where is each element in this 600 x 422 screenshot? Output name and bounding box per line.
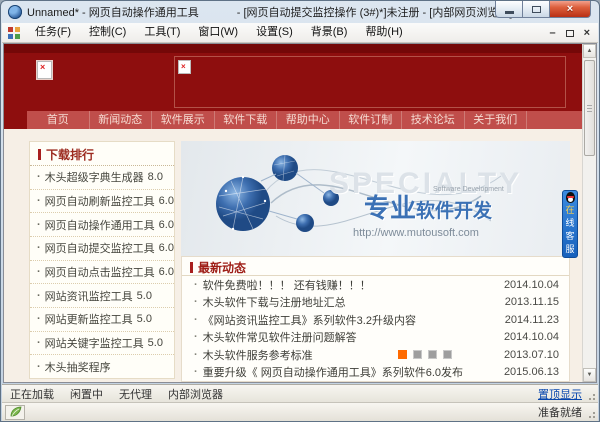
panel-title: 最新动态 xyxy=(198,259,246,276)
nav-tab-showcase[interactable]: 软件展示 xyxy=(152,111,215,129)
app-globe-icon xyxy=(8,5,22,19)
nav-bar: 首页 新闻动态 软件展示 软件下载 帮助中心 软件订制 技术论坛 关于我们 xyxy=(4,111,582,129)
browser-status-bar: 正在加载 闲置中 无代理 内部浏览器 置顶显示 xyxy=(2,384,598,402)
status-loading: 正在加载 xyxy=(2,386,62,402)
mdi-restore-icon[interactable] xyxy=(566,30,574,37)
pagination-dot[interactable] xyxy=(413,350,422,359)
list-item[interactable]: 网站资讯监控工具5.0 xyxy=(30,284,174,308)
news-item[interactable]: 木头软件服务参考标准2013.07.10 xyxy=(182,346,569,364)
list-item[interactable]: 网页自动刷新监控工具6.0 xyxy=(30,190,174,214)
panel-header: 最新动态 xyxy=(182,257,569,276)
news-item[interactable]: 重要升级《 网页自动操作通用工具》系列软件6.0发布2015.06.13 xyxy=(182,364,569,382)
maximize-button[interactable] xyxy=(522,1,550,18)
hero-title-cn: 专业软件开发 xyxy=(364,188,492,225)
red-bar-icon xyxy=(190,262,193,273)
menu-background[interactable]: 背景(B) xyxy=(302,23,357,42)
nav-tab-forum[interactable]: 技术论坛 xyxy=(402,111,465,129)
panel-title: 下载排行 xyxy=(46,146,94,163)
hero-url: http://www.mutousoft.com xyxy=(353,227,479,239)
nav-tab-help[interactable]: 帮助中心 xyxy=(277,111,340,129)
window-title: Unnamed* - 网页自动操作通用工具 xyxy=(27,4,199,20)
news-item[interactable]: 木头软件下载与注册地址汇总2013.11.15 xyxy=(182,294,569,312)
document-icon[interactable] xyxy=(8,27,20,39)
list-item[interactable]: 木头超级字典生成器8.0 xyxy=(30,166,174,190)
red-bar-icon xyxy=(38,149,41,160)
news-item[interactable]: 软件免费啦！！！ 还有钱赚！！！2014.10.04 xyxy=(182,276,569,294)
list-item[interactable]: 网站更新监控工具5.0 xyxy=(30,308,174,332)
news-item[interactable]: 《网站资讯监控工具》系列软件3.2升级内容2014.11.23 xyxy=(182,311,569,329)
app-window: Unnamed* - 网页自动操作通用工具 - [网页自动提交监控操作 (3#)… xyxy=(0,0,600,422)
maximize-icon xyxy=(532,6,541,13)
mdi-minimize-icon[interactable]: – xyxy=(549,27,555,39)
pagination-dot-active[interactable] xyxy=(398,350,407,359)
scroll-up-icon: ▲ xyxy=(587,48,593,54)
mdi-close-icon[interactable]: × xyxy=(584,27,590,39)
nav-tab-download[interactable]: 软件下载 xyxy=(215,111,278,129)
nav-tab-about[interactable]: 关于我们 xyxy=(465,111,528,129)
page-top-strip xyxy=(4,44,582,53)
pagination-dot[interactable] xyxy=(428,350,437,359)
broken-image-icon: × xyxy=(178,60,191,74)
resize-grip-icon[interactable] xyxy=(589,394,595,400)
online-service-tab[interactable]: 在 线 客 服 xyxy=(562,190,578,258)
leaf-button[interactable] xyxy=(5,405,25,420)
ready-status: 准备就绪 xyxy=(538,404,582,420)
status-proxy: 无代理 xyxy=(111,386,160,402)
scroll-down-button[interactable]: ▼ xyxy=(583,368,596,382)
download-ranking-panel: 下载排行 木头超级字典生成器8.0 网页自动刷新监控工具6.0 网页自动操作通用… xyxy=(29,141,175,379)
menu-help[interactable]: 帮助(H) xyxy=(356,23,411,42)
menu-window[interactable]: 窗口(W) xyxy=(189,23,247,42)
news-item[interactable]: 木头软件常见软件注册问题解答2014.10.04 xyxy=(182,329,569,347)
header-banner: × × xyxy=(4,53,582,111)
vertical-scrollbar[interactable]: ▲ ▼ xyxy=(582,44,596,382)
leaf-icon xyxy=(9,406,22,418)
browser-area: × × 首页 新闻动态 软件展示 软件下载 帮助中心 软件订制 技术论坛 关于我… xyxy=(3,43,597,383)
app-status-bar: 准备就绪 xyxy=(2,402,598,421)
menu-task[interactable]: 任务(F) xyxy=(26,23,80,42)
broken-image-icon: × xyxy=(37,61,52,79)
list-item[interactable]: 网页自动提交监控工具6.0 xyxy=(30,237,174,261)
resize-grip-icon[interactable] xyxy=(589,412,595,418)
close-button[interactable]: × xyxy=(549,1,591,18)
scroll-down-icon: ▼ xyxy=(587,372,593,378)
close-icon: × xyxy=(567,3,573,15)
qq-penguin-icon xyxy=(565,192,576,204)
nav-strip: 首页 新闻动态 软件展示 软件下载 帮助中心 软件订制 技术论坛 关于我们 xyxy=(27,111,582,129)
minimize-icon xyxy=(505,11,514,14)
menu-tools[interactable]: 工具(T) xyxy=(135,23,189,42)
mdi-window-controls: – × xyxy=(549,23,590,43)
menu-settings[interactable]: 设置(S) xyxy=(247,23,302,42)
list-item[interactable]: 网站关键字监控工具5.0 xyxy=(30,332,174,356)
banner-image-placeholder: × xyxy=(174,56,566,108)
list-item[interactable]: 网页自动操作通用工具6.0 xyxy=(30,213,174,237)
scrollbar-thumb[interactable] xyxy=(584,60,595,156)
nav-tab-custom[interactable]: 软件订制 xyxy=(340,111,403,129)
hero-image: SPECIALTY Software Development 专业软件开发 ht… xyxy=(181,141,570,256)
scroll-up-button[interactable]: ▲ xyxy=(583,44,596,58)
minimize-button[interactable] xyxy=(495,1,523,18)
menu-bar: 任务(F) 控制(C) 工具(T) 窗口(W) 设置(S) 背景(B) 帮助(H… xyxy=(2,23,598,43)
list-item[interactable]: 网页自动点击监控工具6.0 xyxy=(30,261,174,285)
window-controls: × xyxy=(496,1,591,18)
title-bar[interactable]: Unnamed* - 网页自动操作通用工具 - [网页自动提交监控操作 (3#)… xyxy=(1,1,599,23)
web-page: × × 首页 新闻动态 软件展示 软件下载 帮助中心 软件订制 技术论坛 关于我… xyxy=(4,44,582,382)
pagination-dot[interactable] xyxy=(443,350,452,359)
panel-header: 下载排行 xyxy=(30,142,174,166)
nav-tab-home[interactable]: 首页 xyxy=(27,111,90,129)
status-idle: 闲置中 xyxy=(62,386,111,402)
nav-tab-news[interactable]: 新闻动态 xyxy=(90,111,153,129)
child-window-title: - [网页自动提交监控操作 (3#)*]未注册 - [内部网页浏览器] xyxy=(237,4,513,20)
status-browser-mode: 内部浏览器 xyxy=(160,386,231,402)
menu-control[interactable]: 控制(C) xyxy=(80,23,135,42)
pin-on-top-link[interactable]: 置顶显示 xyxy=(538,386,582,402)
carousel-pagination xyxy=(398,350,452,359)
latest-news-panel: 最新动态 软件免费啦！！！ 还有钱赚！！！2014.10.04 木头软件下载与注… xyxy=(181,256,570,382)
list-item[interactable]: 木头抽奖程序 xyxy=(30,355,174,378)
